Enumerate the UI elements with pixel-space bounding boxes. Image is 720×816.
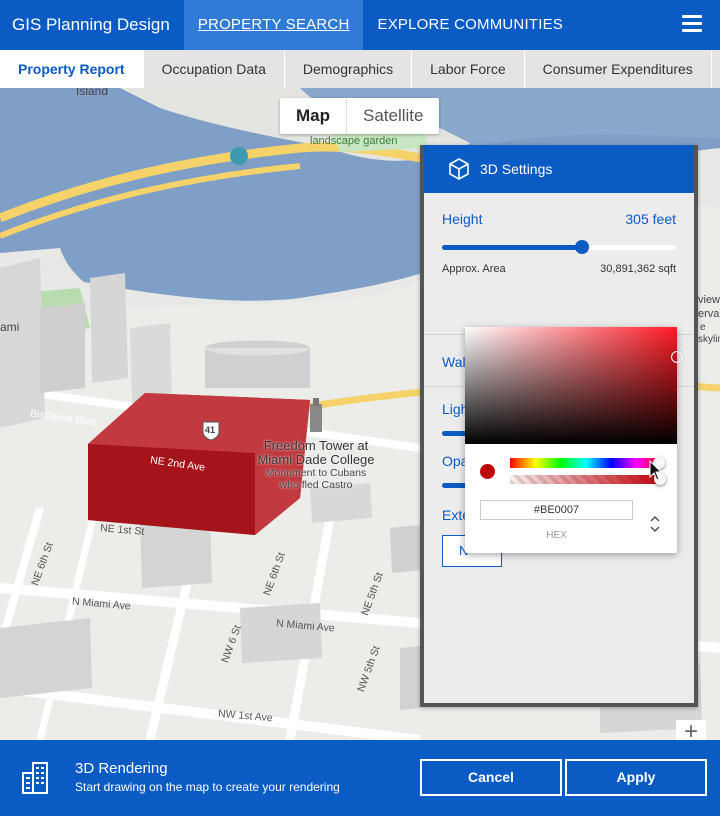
tower-sub-1: Monument to Cubans <box>265 467 367 479</box>
tab-occupation-data[interactable]: Occupation Data <box>143 50 285 88</box>
color-picker: #BE0007 HEX <box>465 327 683 553</box>
map-button[interactable]: Map <box>280 98 347 134</box>
report-tabs: Property Report Occupation Data Demograp… <box>0 50 720 88</box>
tab-demographics[interactable]: Demographics <box>284 50 413 88</box>
height-slider[interactable] <box>442 240 676 254</box>
cube-icon <box>449 158 469 180</box>
mouse-cursor-icon <box>649 460 663 481</box>
mode-toggle-icon[interactable] <box>648 513 662 535</box>
top-nav: GIS Planning Design PROPERTY SEARCH EXPL… <box>0 0 720 50</box>
map-label-left: ami <box>0 320 20 334</box>
area-value: 30,891,362 sqft <box>600 263 676 275</box>
tower-sub-2: who fled Castro <box>279 479 353 491</box>
height-section: Height 305 feet Approx. Area 30,891,362 … <box>424 193 694 335</box>
apply-button[interactable]: Apply <box>565 759 707 796</box>
map-type-toggle: Map Satellite <box>280 98 440 134</box>
map-label-right-3: e <box>700 322 706 333</box>
hue-slider[interactable] <box>510 458 662 468</box>
map-label-island: Island <box>76 88 109 98</box>
height-value: 305 feet <box>625 211 676 227</box>
nav-property-search[interactable]: PROPERTY SEARCH <box>183 0 364 50</box>
map-label-garden: landscape garden <box>310 135 398 147</box>
cancel-button[interactable]: Cancel <box>420 759 562 796</box>
tower-title-2: Miami Dade College <box>257 452 375 467</box>
map-label-right-2: erva <box>698 308 720 320</box>
satellite-button[interactable]: Satellite <box>347 98 439 134</box>
saturation-handle[interactable] <box>671 351 683 363</box>
map-label-right-4: skylin <box>698 334 720 345</box>
brand-title[interactable]: GIS Planning Design <box>0 0 184 50</box>
route-shield-label: 41 <box>205 425 216 435</box>
tab-consumer-expenditures[interactable]: Consumer Expenditures <box>524 50 712 88</box>
panel-header: 3D Settings <box>424 145 694 193</box>
hex-input[interactable]: #BE0007 <box>480 500 633 520</box>
alpha-slider[interactable] <box>510 475 662 484</box>
map-label-right-1: view <box>698 294 720 306</box>
tower-title-1: Freedom Tower at <box>263 438 369 453</box>
freedom-tower-label: Freedom Tower at Miami Dade College Monu… <box>252 438 380 492</box>
hex-mode-label: HEX <box>546 530 567 541</box>
height-slider-handle[interactable] <box>575 240 590 254</box>
area-label: Approx. Area <box>442 263 506 275</box>
current-color-swatch <box>480 464 495 479</box>
menu-icon[interactable] <box>682 15 702 33</box>
nav-explore-communities[interactable]: EXPLORE COMMUNITIES <box>363 0 577 50</box>
tab-property-report[interactable]: Property Report <box>0 50 144 88</box>
tab-labor-force[interactable]: Labor Force <box>412 50 525 88</box>
buildings-icon <box>22 762 48 794</box>
rendering-title: 3D Rendering <box>75 760 168 777</box>
panel-title: 3D Settings <box>480 161 553 177</box>
saturation-area[interactable] <box>465 327 677 444</box>
rendering-subtitle: Start drawing on the map to create your … <box>75 780 340 794</box>
height-label: Height <box>442 211 483 227</box>
rendering-bar: 3D Rendering Start drawing on the map to… <box>0 740 720 816</box>
